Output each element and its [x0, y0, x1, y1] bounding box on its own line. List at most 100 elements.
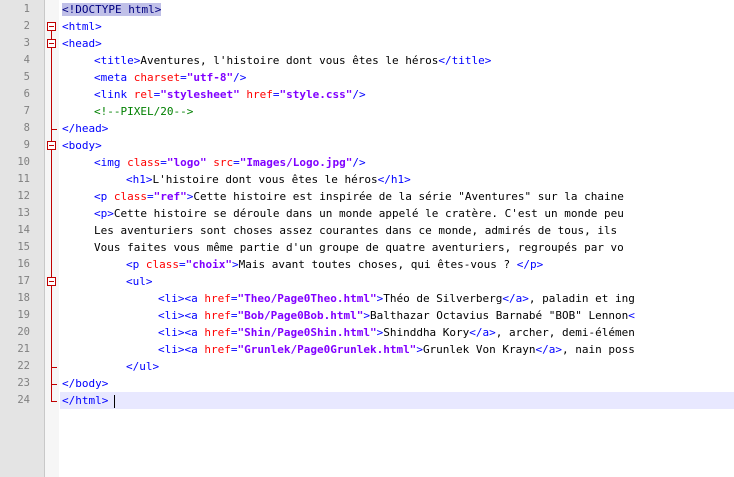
code-text: Vous faites vous même partie d'un groupe… [94, 239, 624, 256]
code-text: <h1>L'histoire dont vous êtes le héros</… [126, 171, 411, 188]
code-line[interactable]: 7 <!--PIXEL/20--> [0, 103, 734, 120]
code-editor[interactable]: 1 <!DOCTYPE html> 2 <html> 3 <head> 4 <title>Av… [0, 0, 734, 477]
code-line[interactable]: 15 Vous faites vous même partie d'un grou… [0, 239, 734, 256]
code-token: <p> [94, 207, 114, 220]
code-token: href [204, 326, 231, 339]
line-number: 9 [23, 139, 30, 151]
code-token: <h1> [126, 173, 153, 186]
code-token: "logo" [166, 156, 207, 169]
code-text: <link rel="stylesheet" href="style.css"/… [94, 86, 366, 103]
code-token: "Images/Logo.jpg" [239, 156, 353, 169]
code-token: href [204, 292, 231, 305]
code-line[interactable]: 1 <!DOCTYPE html> [0, 1, 734, 18]
code-token: <head> [62, 37, 102, 50]
code-line[interactable]: 11 <h1>L'histoire dont vous êtes le héros… [0, 171, 734, 188]
code-text: <img class="logo" src="Images/Logo.jpg"/… [94, 154, 366, 171]
code-token: > [416, 343, 423, 356]
code-token: , paladin et ing [528, 292, 635, 305]
code-token: <li> [158, 292, 185, 305]
line-number: 3 [23, 37, 30, 49]
line-number: 1 [23, 3, 30, 15]
code-token: <a [184, 292, 205, 305]
line-number: 14 [17, 224, 30, 236]
code-line[interactable]: 10 <img class="logo" src="Images/Logo.jpg… [0, 154, 734, 171]
code-line[interactable]: 20 <li><a href="Shin/Page0Shin.html">Shin… [0, 324, 734, 341]
line-number: 7 [23, 105, 30, 117]
code-token: <!DOCTYPE html> [62, 3, 162, 16]
line-number: 11 [17, 173, 30, 185]
code-token: <li> [158, 343, 185, 356]
code-line[interactable]: 24 </html> [0, 392, 734, 409]
fold-toggle-icon[interactable] [47, 277, 56, 286]
code-token: rel [133, 88, 154, 101]
code-token: Shinddha Kory [383, 326, 470, 339]
code-line[interactable]: 5 <meta charset="utf-8"/> [0, 69, 734, 86]
code-token: <p [94, 190, 114, 203]
code-text: <!--PIXEL/20--> [94, 103, 193, 120]
code-token: <ul> [126, 275, 153, 288]
code-token: = [233, 156, 240, 169]
code-token: </body> [62, 377, 109, 390]
code-token: < [628, 309, 635, 322]
line-number: 19 [17, 309, 30, 321]
code-token: class [113, 190, 147, 203]
line-number: 21 [17, 343, 30, 355]
code-token: = [180, 71, 187, 84]
line-number: 17 [17, 275, 30, 287]
code-token: "stylesheet" [160, 88, 240, 101]
code-token: > [363, 309, 370, 322]
code-line[interactable]: 18 <li><a href="Theo/Page0Theo.html">Théo… [0, 290, 734, 307]
code-line[interactable]: 4 <title>Aventures, l'histoire dont vous … [0, 52, 734, 69]
code-text: </html> [62, 392, 116, 409]
code-token: </html> [62, 394, 109, 407]
code-text: <head> [62, 35, 102, 52]
code-token: /> [233, 71, 247, 84]
code-token: <meta [94, 71, 134, 84]
code-line[interactable]: 8 </head> [0, 120, 734, 137]
code-token: = [230, 326, 238, 339]
code-token: "style.css" [279, 88, 353, 101]
line-number: 13 [17, 207, 30, 219]
code-token: <img [94, 156, 128, 169]
fold-toggle-icon[interactable] [47, 141, 56, 150]
code-token: Grunlek Von Krayn [422, 343, 536, 356]
code-text: <meta charset="utf-8"/> [94, 69, 246, 86]
code-token: , archer, demi-élémen [495, 326, 635, 339]
code-token: , nain poss [562, 343, 635, 356]
code-token: > [231, 258, 239, 271]
code-line[interactable]: 14 Les aventuriers sont choses assez cour… [0, 222, 734, 239]
code-line[interactable]: 21 <li><a href="Grunlek/Page0Grunlek.html… [0, 341, 734, 358]
line-number: 24 [17, 394, 30, 406]
code-line[interactable]: 16 <p class="choix">Mais avant toutes cho… [0, 256, 734, 273]
code-line[interactable]: 23 </body> [0, 375, 734, 392]
line-number: 18 [17, 292, 30, 304]
code-token: "Grunlek/Page0Grunlek.html" [237, 343, 417, 356]
code-text: Les aventuriers sont choses assez couran… [94, 222, 617, 239]
code-token: <!--PIXEL/20--> [94, 105, 194, 118]
code-line[interactable]: 6 <link rel="stylesheet" href="style.css"… [0, 86, 734, 103]
code-line[interactable]: 19 <li><a href="Bob/Page0Bob.html">Baltha… [0, 307, 734, 324]
code-text: <!DOCTYPE html> [62, 1, 162, 18]
code-line[interactable]: 22 </ul> [0, 358, 734, 375]
code-token: href [246, 88, 273, 101]
code-token: = [230, 343, 238, 356]
fold-toggle-icon[interactable] [47, 39, 56, 48]
code-line[interactable]: 2 <html> [0, 18, 734, 35]
fold-toggle-icon[interactable] [47, 22, 56, 31]
code-line[interactable]: 3 <head> [0, 35, 734, 52]
code-line[interactable]: 12 <p class="ref">Cette histoire est insp… [0, 188, 734, 205]
code-token: class [127, 156, 161, 169]
current-line-highlight [60, 392, 734, 409]
code-token: </p> [516, 258, 544, 271]
code-line[interactable]: 17 <ul> [0, 273, 734, 290]
code-token: <html> [62, 20, 102, 33]
code-token: /> [352, 156, 366, 169]
text-caret [114, 394, 116, 408]
code-token: L'histoire dont vous êtes le héros [152, 173, 378, 186]
code-token: Théo de Silverberg [383, 292, 503, 305]
code-line[interactable]: 13 <p>Cette histoire se déroule dans un m… [0, 205, 734, 222]
code-line[interactable]: 9 <body> [0, 137, 734, 154]
line-number: 8 [23, 122, 30, 134]
code-token: href [204, 309, 231, 322]
code-token: <body> [62, 139, 102, 152]
